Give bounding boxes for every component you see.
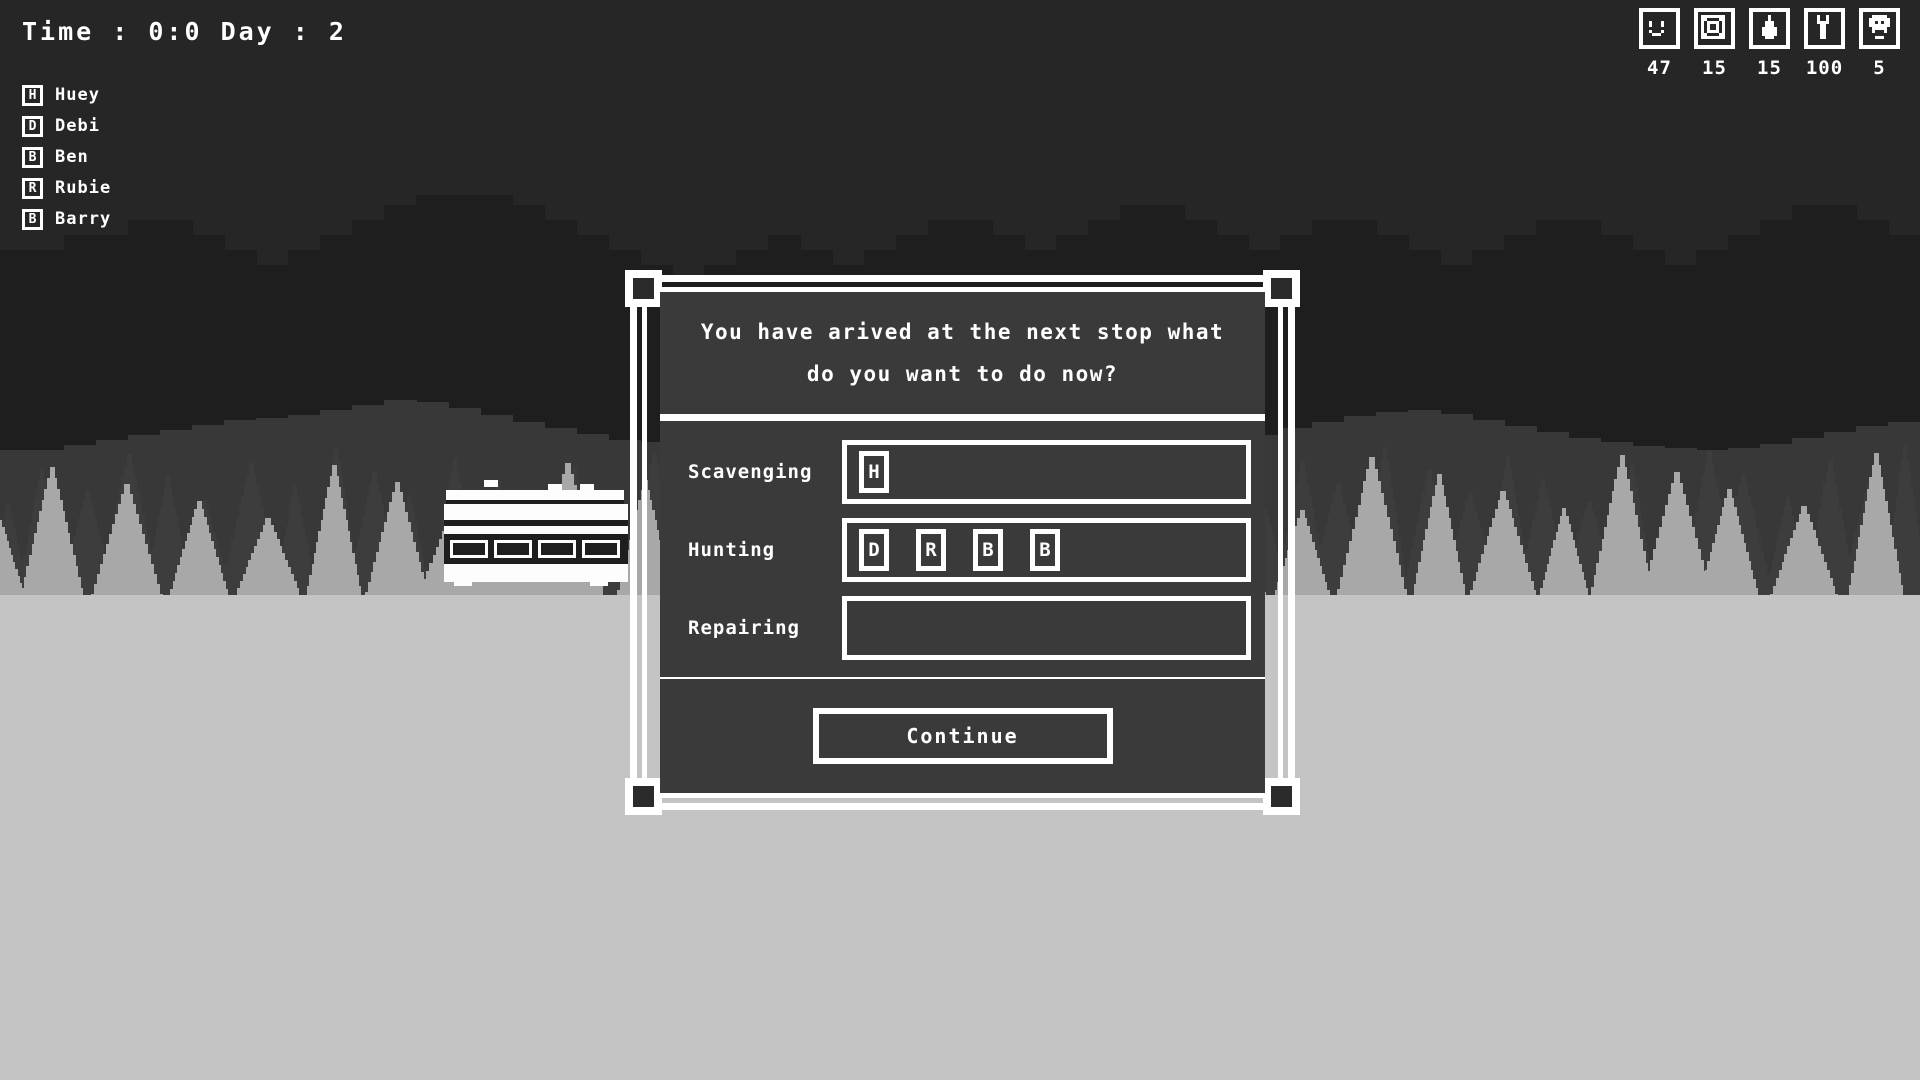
resource-repair[interactable]: 100 — [1802, 8, 1847, 79]
resource-food[interactable]: 5 — [1857, 8, 1902, 79]
action-label-hunting: Hunting — [688, 539, 776, 561]
dialog-body: You have arived at the next stop what do… — [660, 292, 1265, 793]
list-item[interactable]: B Ben — [22, 142, 111, 172]
frame-left-outer — [630, 280, 637, 805]
crew-token: B — [22, 146, 43, 168]
frame-right-inner — [1278, 280, 1283, 805]
divider-top — [660, 414, 1265, 421]
slot-scavenging[interactable]: H — [842, 440, 1251, 504]
action-label-scavenging: Scavenging — [688, 461, 813, 483]
slot-repairing[interactable] — [842, 596, 1251, 660]
smiley-face-icon — [1639, 8, 1680, 49]
resource-value: 5 — [1873, 57, 1886, 79]
crew-token: H — [22, 84, 43, 106]
wrench-icon — [1804, 8, 1845, 49]
corner-top-left — [625, 270, 662, 307]
dialog-message-text: You have arived at the next stop what do… — [700, 320, 1225, 386]
corner-bottom-left — [625, 778, 662, 815]
frame-right-outer — [1288, 280, 1295, 805]
dialog-footer: Continue — [660, 679, 1265, 793]
time-day-readout: Time : 0:0 Day : 2 — [22, 17, 347, 46]
resource-bar: 47 15 15 100 5 — [1637, 8, 1902, 79]
crew-token: D — [22, 115, 43, 137]
assigned-token[interactable]: D — [859, 529, 889, 571]
frame-top-outer — [635, 275, 1290, 282]
crew-name: Debi — [55, 116, 100, 136]
fuel-drop-icon — [1749, 8, 1790, 49]
corner-bottom-right — [1263, 778, 1300, 815]
resource-morale[interactable]: 47 — [1637, 8, 1682, 79]
dialog-message-panel: You have arived at the next stop what do… — [660, 292, 1265, 414]
train-sprite — [440, 480, 630, 590]
action-rows: Scavenging H Hunting D R B B Repairing — [660, 421, 1265, 677]
game-screen: Time : 0:0 Day : 2 H Huey D Debi B Ben R… — [0, 0, 1920, 1080]
resource-value: 15 — [1702, 57, 1727, 79]
action-row-repairing: Repairing — [674, 589, 1251, 667]
list-item[interactable]: D Debi — [22, 111, 111, 141]
resource-value: 47 — [1647, 57, 1672, 79]
action-assignment-dialog: You have arived at the next stop what do… — [625, 270, 1300, 815]
resource-fuel[interactable]: 15 — [1747, 8, 1792, 79]
corner-top-right — [1263, 270, 1300, 307]
crew-name: Ben — [55, 147, 89, 167]
resource-value: 15 — [1757, 57, 1782, 79]
continue-button[interactable]: Continue — [812, 708, 1113, 764]
frame-bottom-outer — [635, 803, 1290, 810]
assigned-token[interactable]: R — [916, 529, 946, 571]
list-item[interactable]: H Huey — [22, 80, 111, 110]
assigned-token[interactable]: B — [1030, 529, 1060, 571]
resource-value: 100 — [1805, 57, 1844, 79]
assigned-token[interactable]: B — [973, 529, 1003, 571]
action-label-repairing: Repairing — [688, 617, 800, 639]
crate-icon — [1694, 8, 1735, 49]
action-row-scavenging: Scavenging H — [674, 433, 1251, 511]
meat-head-icon — [1859, 8, 1900, 49]
assigned-token[interactable]: H — [859, 451, 889, 493]
frame-left-inner — [642, 280, 647, 805]
action-row-hunting: Hunting D R B B — [674, 511, 1251, 589]
slot-hunting[interactable]: D R B B — [842, 518, 1251, 582]
frame-bottom-inner — [635, 793, 1290, 798]
crew-name: Huey — [55, 85, 100, 105]
resource-supplies[interactable]: 15 — [1692, 8, 1737, 79]
